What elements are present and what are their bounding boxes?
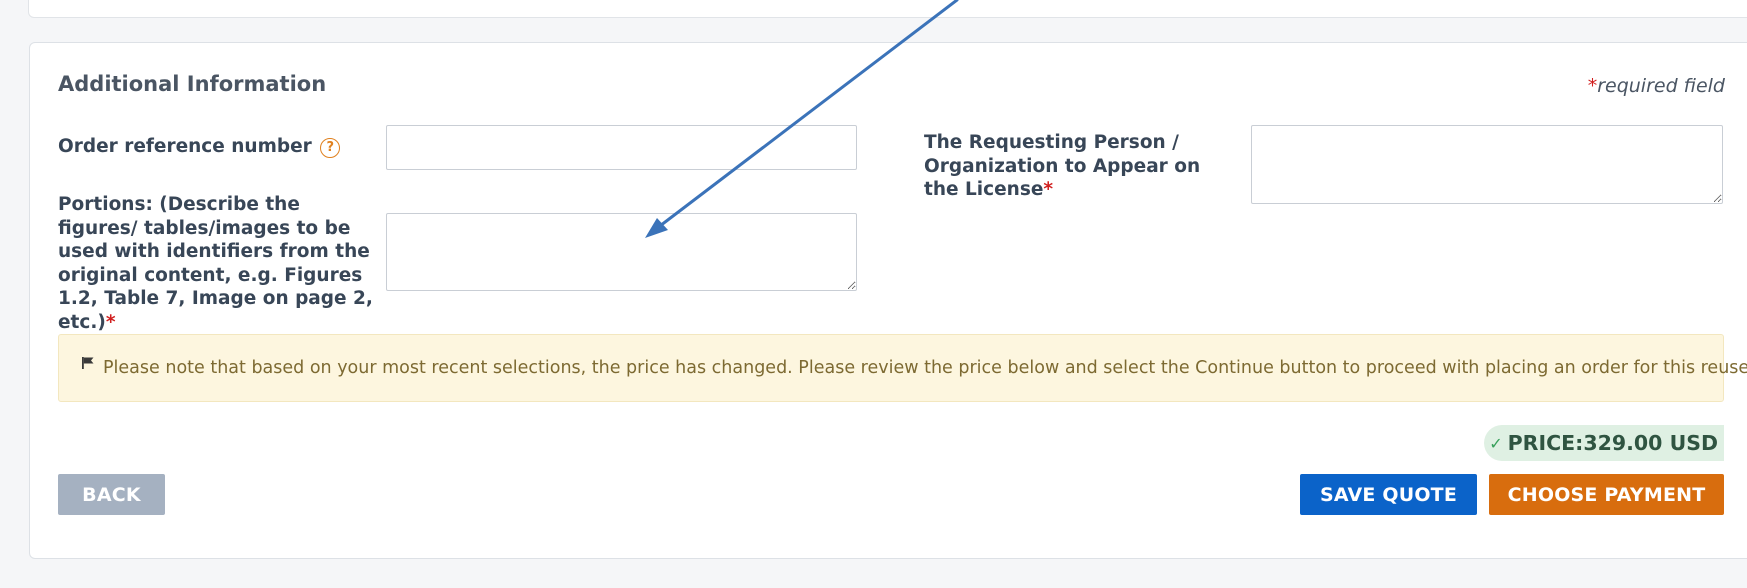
section-title: Additional Information [58,72,327,96]
required-field-note: *required field [1588,75,1725,97]
requesting-person-textarea[interactable] [1251,125,1723,204]
requesting-person-label-text: The Requesting Person / Organization to … [924,132,1201,200]
check-icon: ✓ [1489,433,1503,453]
save-quote-button[interactable]: SAVE QUOTE [1300,474,1477,515]
required-asterisk: * [1587,75,1598,97]
order-reference-input[interactable] [386,125,857,170]
requesting-person-label: The Requesting Person / Organization to … [924,131,1224,202]
order-reference-label: Order reference number ? [58,135,341,159]
required-asterisk: * [1043,179,1054,200]
price-label: PRICE: [1507,431,1584,455]
portions-textarea[interactable] [386,213,857,291]
order-reference-label-text: Order reference number [58,136,312,157]
required-asterisk: * [105,311,116,333]
choose-payment-button[interactable]: CHOOSE PAYMENT [1489,474,1724,515]
price-amount: 329.00 USD [1583,431,1718,455]
notice-text: Please note that based on your most rece… [103,358,1747,378]
back-button[interactable]: BACK [58,474,165,515]
required-field-text: required field [1597,75,1725,97]
portions-label: Portions: (Describe the figures/ tables/… [58,193,378,334]
previous-section-card [28,0,1747,18]
flag-icon [81,355,95,375]
help-icon[interactable]: ? [320,138,341,158]
price-badge: ✓ PRICE: 329.00 USD [1484,425,1724,461]
price-change-notice: Please note that based on your most rece… [58,334,1747,402]
